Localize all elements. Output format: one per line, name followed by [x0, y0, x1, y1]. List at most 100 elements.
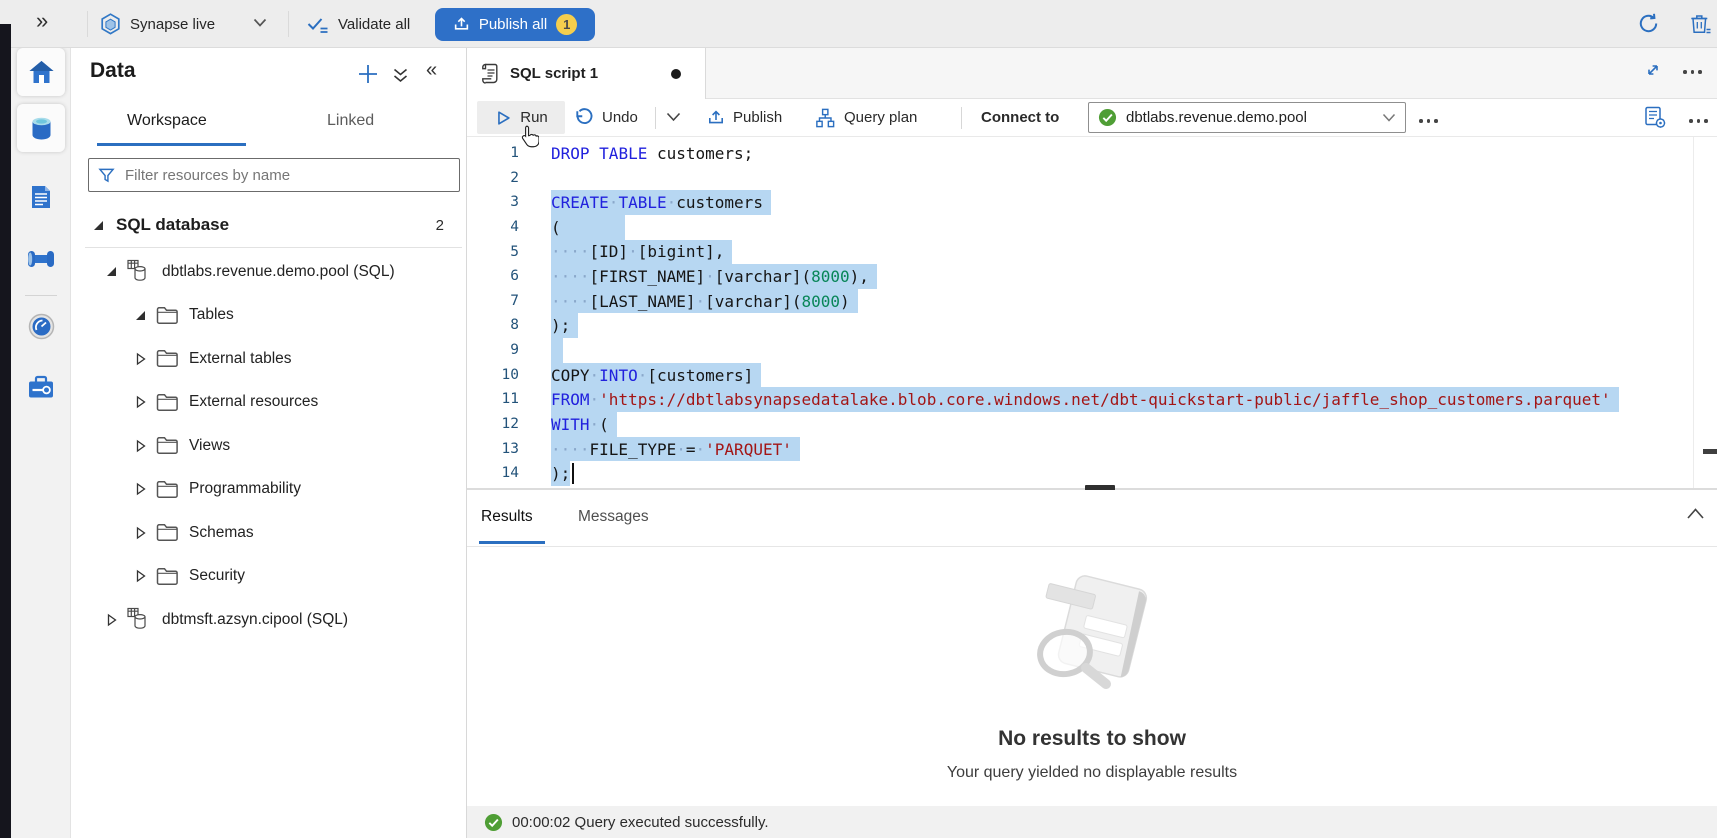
publish-button[interactable]: Publish [707, 101, 782, 134]
tree-items: dbtlabs.revenue.demo.pool (SQL)Tables Ext… [71, 250, 466, 642]
run-button[interactable]: Run [477, 101, 565, 134]
code-line-13[interactable]: 13····FILE_TYPE·=·'PARQUET' [467, 437, 1717, 462]
filter-input[interactable] [123, 166, 450, 185]
code-line-7[interactable]: 7····[LAST_NAME]·[varchar](8000) [467, 289, 1717, 314]
tree-item[interactable]: dbtlabs.revenue.demo.pool (SQL) [71, 250, 466, 294]
environment-chevron-icon[interactable] [253, 18, 267, 28]
results-header: Results Messages [467, 490, 1717, 547]
tree-item[interactable]: External resources [71, 381, 466, 425]
tree-expanded-icon[interactable] [107, 267, 116, 276]
expand-all-icon[interactable] [392, 68, 409, 83]
code-line-6[interactable]: 6····[FIRST_NAME]·[varchar](8000), [467, 264, 1717, 289]
tab-linked[interactable]: Linked [327, 112, 374, 130]
database-icon [127, 259, 152, 284]
tree-root-count: 2 [436, 217, 444, 234]
run-options-chevron-icon[interactable] [666, 112, 681, 123]
tree-item[interactable]: Views [71, 424, 466, 468]
toolbar-more-actions-icon[interactable] [1419, 112, 1438, 130]
publish-icon [707, 109, 725, 127]
rail-item-monitor[interactable] [17, 302, 65, 350]
validate-all-button[interactable]: Validate all [307, 0, 410, 48]
editor-scrollbar-handle[interactable] [1703, 449, 1717, 454]
editor-scrollbar-track [1693, 137, 1694, 488]
tree-item-label: Views [189, 437, 230, 455]
rail-divider [25, 295, 57, 296]
code-line-3[interactable]: 3CREATE·TABLE·customers [467, 190, 1717, 215]
folder-icon [156, 349, 179, 368]
tree-collapsed-icon [135, 352, 147, 366]
rail-item-home[interactable] [17, 48, 65, 96]
tab-results[interactable]: Results [481, 508, 533, 526]
line-number: 7 [467, 289, 519, 314]
rail-item-manage[interactable] [17, 363, 65, 411]
code-text: ( [551, 215, 625, 240]
code-text: DROP TABLE customers; [551, 141, 753, 166]
tab-workspace[interactable]: Workspace [127, 112, 207, 130]
tree-expanded-icon[interactable] [136, 311, 145, 320]
tree-item[interactable]: Tables [71, 294, 466, 338]
tree-collapsed-icon [135, 395, 147, 409]
tree-item[interactable]: Security [71, 555, 466, 599]
discard-trash-icon[interactable] [1688, 12, 1712, 36]
tree-item[interactable]: Schemas [71, 511, 466, 555]
tree-item[interactable]: Programmability [71, 468, 466, 512]
tab-sql-script-1[interactable]: SQL script 1 [467, 48, 706, 99]
tree-item-label: External tables [189, 350, 292, 368]
line-number: 14 [467, 461, 519, 486]
code-line-2[interactable]: 2 [467, 166, 1717, 191]
connected-check-icon [1098, 108, 1117, 127]
expand-sidebar-icon[interactable]: » [36, 8, 46, 34]
environment-selector[interactable]: Synapse live [100, 0, 215, 48]
line-number: 1 [467, 141, 519, 166]
empty-results-title: No results to show [467, 727, 1717, 751]
results-active-underline [479, 541, 545, 544]
tree-item[interactable]: dbtmsft.azsyn.cipool (SQL) [71, 598, 466, 642]
integrate-pipeline-icon [27, 247, 55, 271]
connection-dropdown[interactable]: dbtlabs.revenue.demo.pool [1088, 102, 1406, 133]
sql-script-icon [479, 62, 500, 85]
line-number: 10 [467, 363, 519, 388]
code-line-10[interactable]: 10COPY·INTO·[customers] [467, 363, 1717, 388]
toolbar-overflow-icon[interactable] [1689, 112, 1708, 130]
code-line-11[interactable]: 11FROM·'https://dbtlabsynapsedatalake.bl… [467, 387, 1717, 412]
editor-tab-strip: SQL script 1 [467, 48, 1717, 99]
code-line-14[interactable]: 14); [467, 461, 1717, 486]
expand-editor-icon[interactable] [1643, 60, 1663, 80]
code-text: WITH·( [551, 412, 617, 437]
code-line-5[interactable]: 5····[ID]·[bigint], [467, 240, 1717, 265]
manage-toolbox-icon [27, 375, 55, 400]
line-number: 9 [467, 338, 519, 363]
publish-all-button[interactable]: Publish all 1 [435, 8, 595, 41]
properties-icon[interactable] [1643, 105, 1667, 130]
tree-collapsed-icon [135, 439, 147, 453]
add-resource-icon[interactable] [357, 63, 379, 85]
tab-label: SQL script 1 [510, 65, 598, 82]
collapse-results-chevron-icon[interactable] [1686, 506, 1705, 520]
code-line-12[interactable]: 12WITH·( [467, 412, 1717, 437]
query-plan-button[interactable]: Query plan [814, 101, 917, 134]
connection-value: dbtlabs.revenue.demo.pool [1126, 109, 1307, 126]
rail-item-develop[interactable] [17, 173, 65, 221]
code-line-8[interactable]: 8); [467, 313, 1717, 338]
tree-item[interactable]: External tables [71, 337, 466, 381]
data-cylinder-icon [28, 115, 55, 142]
refresh-icon[interactable] [1637, 12, 1660, 35]
code-line-9[interactable]: 9 [467, 338, 1717, 363]
tab-messages[interactable]: Messages [578, 508, 649, 526]
tab-more-actions-icon[interactable] [1683, 63, 1702, 81]
rail-item-integrate[interactable] [17, 235, 65, 283]
code-line-1[interactable]: 1 DROP TABLE customers; [467, 141, 1717, 166]
rail-item-data[interactable] [17, 104, 65, 152]
tree-root-sql-database[interactable]: SQL database 2 [94, 208, 444, 242]
code-line-4[interactable]: 4( [467, 215, 1717, 240]
sql-code-editor[interactable]: 1 DROP TABLE customers;23CREATE·TABLE·cus… [467, 137, 1717, 488]
collapse-panel-icon[interactable]: « [426, 59, 437, 82]
tree-collapsed-icon [135, 482, 147, 496]
tree-divider [85, 247, 462, 248]
code-text: ····[FIRST_NAME]·[varchar](8000), [551, 264, 877, 289]
validate-check-icon [307, 14, 329, 35]
undo-button[interactable]: Undo [573, 101, 638, 134]
query-plan-label: Query plan [844, 109, 917, 126]
unsaved-changes-dot [671, 69, 681, 79]
synapse-studio-window: » Synapse live Validate all Pub [0, 0, 1717, 838]
